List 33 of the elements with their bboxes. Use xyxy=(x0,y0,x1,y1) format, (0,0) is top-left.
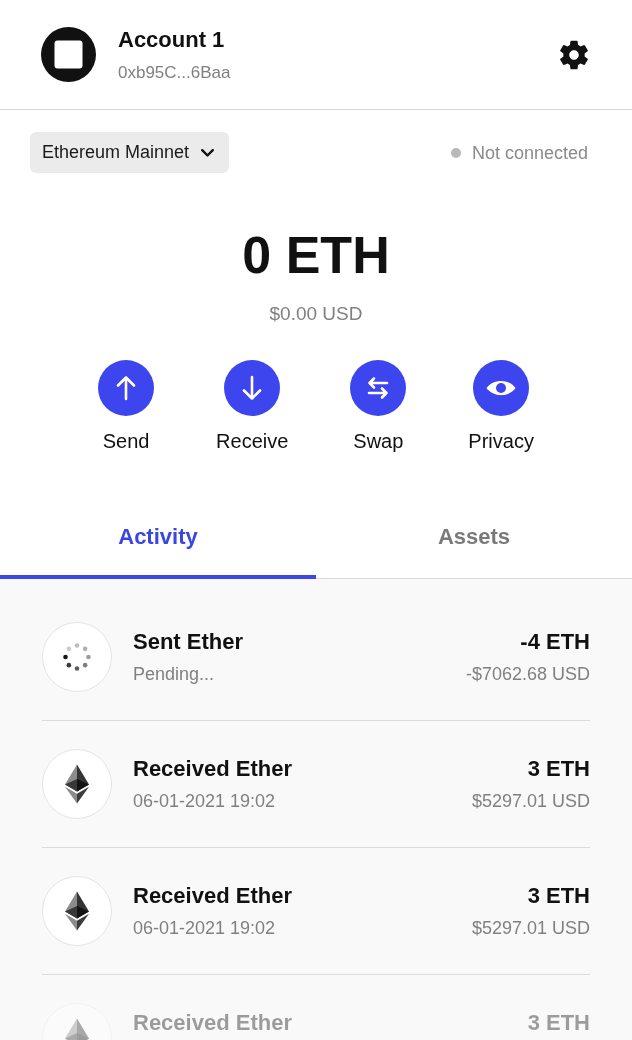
transaction-fiat-value: $5297.01 USD xyxy=(471,790,590,813)
arrow-down-icon xyxy=(224,360,281,416)
transaction-title: Received Ether xyxy=(133,755,292,783)
transaction-subtitle: 06-01-2021 19:02 xyxy=(133,790,276,813)
transaction-title: Sent Ether xyxy=(133,628,244,656)
receive-button[interactable]: Receive xyxy=(216,360,289,454)
transaction-amount: -4 ETH xyxy=(520,628,590,656)
transaction-subtitle: Pending... xyxy=(133,663,215,686)
spinner-icon xyxy=(42,622,112,692)
transaction-amount: 3 ETH xyxy=(527,882,590,910)
transaction-fiat-value: $5297.01 USD xyxy=(471,917,590,940)
avatar-icon xyxy=(41,27,96,82)
balance-amount: 0 ETH xyxy=(242,225,390,285)
transaction-title: Received Ether xyxy=(133,882,292,910)
account-address: 0xb95C...6Baa xyxy=(118,61,231,84)
swap-arrows-icon xyxy=(350,360,407,416)
chevron-down-icon xyxy=(201,148,215,157)
network-selector[interactable]: Ethereum Mainnet xyxy=(30,132,230,173)
swap-button[interactable]: Swap xyxy=(350,360,407,454)
transaction-fiat-value: -$7062.68 USD xyxy=(465,663,590,686)
arrow-up-icon xyxy=(98,360,155,416)
balance-fiat-value: $0.00 USD xyxy=(269,302,363,326)
transaction-amount: 3 ETH xyxy=(527,1009,590,1037)
account-name: Account 1 xyxy=(118,25,225,54)
privacy-button[interactable]: Privacy xyxy=(468,360,534,454)
settings-icon[interactable] xyxy=(559,39,589,70)
tab[interactable]: Assets xyxy=(316,501,632,579)
connection-status: Not connected xyxy=(471,141,588,165)
eye-icon xyxy=(473,360,530,416)
transaction-amount: 3 ETH xyxy=(527,755,590,783)
transaction-title: Received Ether xyxy=(133,1009,292,1037)
transaction-subtitle: 06-01-2021 19:02 xyxy=(133,917,276,940)
send-button[interactable]: Send xyxy=(98,360,155,454)
